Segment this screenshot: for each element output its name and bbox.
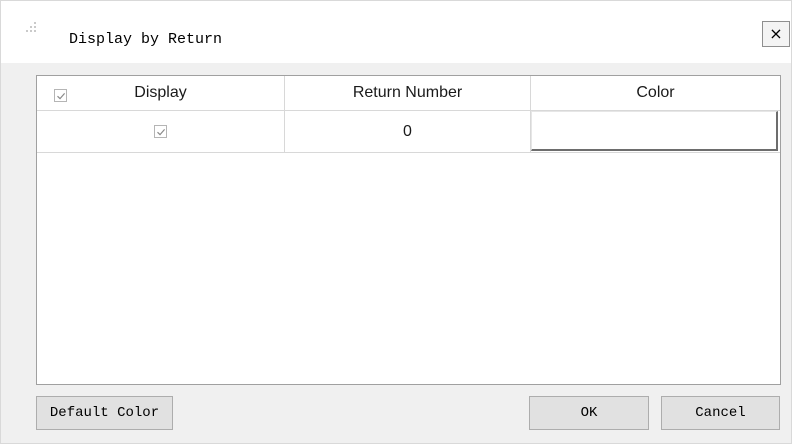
close-button[interactable]: × (762, 21, 790, 47)
checkmark-icon (157, 129, 166, 136)
column-header-label: Return Number (352, 84, 463, 101)
ok-button[interactable]: OK (529, 396, 649, 430)
column-header-label: Display (134, 84, 187, 101)
color-swatch-button[interactable] (531, 111, 778, 151)
checkmark-icon (57, 93, 66, 100)
dialog-title: Display by Return (69, 31, 223, 48)
column-header-label: Color (636, 84, 675, 101)
close-icon: × (769, 24, 783, 43)
drag-grip-icon[interactable] (25, 21, 39, 35)
cancel-button[interactable]: Cancel (661, 396, 780, 430)
column-header-return-number[interactable]: Return Number (285, 76, 531, 110)
display-checkbox[interactable] (154, 125, 167, 138)
column-header-display[interactable]: Display (37, 76, 285, 110)
return-number-cell: 0 (285, 111, 531, 152)
display-by-return-dialog: Display by Return × Display Return Numbe… (0, 0, 792, 444)
select-all-checkbox[interactable] (54, 89, 67, 102)
column-header-color[interactable]: Color (531, 76, 780, 110)
title-bar[interactable]: Display by Return × (1, 1, 791, 63)
table-header-row: Display Return Number Color (37, 76, 780, 111)
default-color-button[interactable]: Default Color (36, 396, 173, 430)
return-table: Display Return Number Color 0 (36, 75, 781, 385)
table-row: 0 (37, 111, 780, 153)
display-cell (37, 111, 285, 152)
